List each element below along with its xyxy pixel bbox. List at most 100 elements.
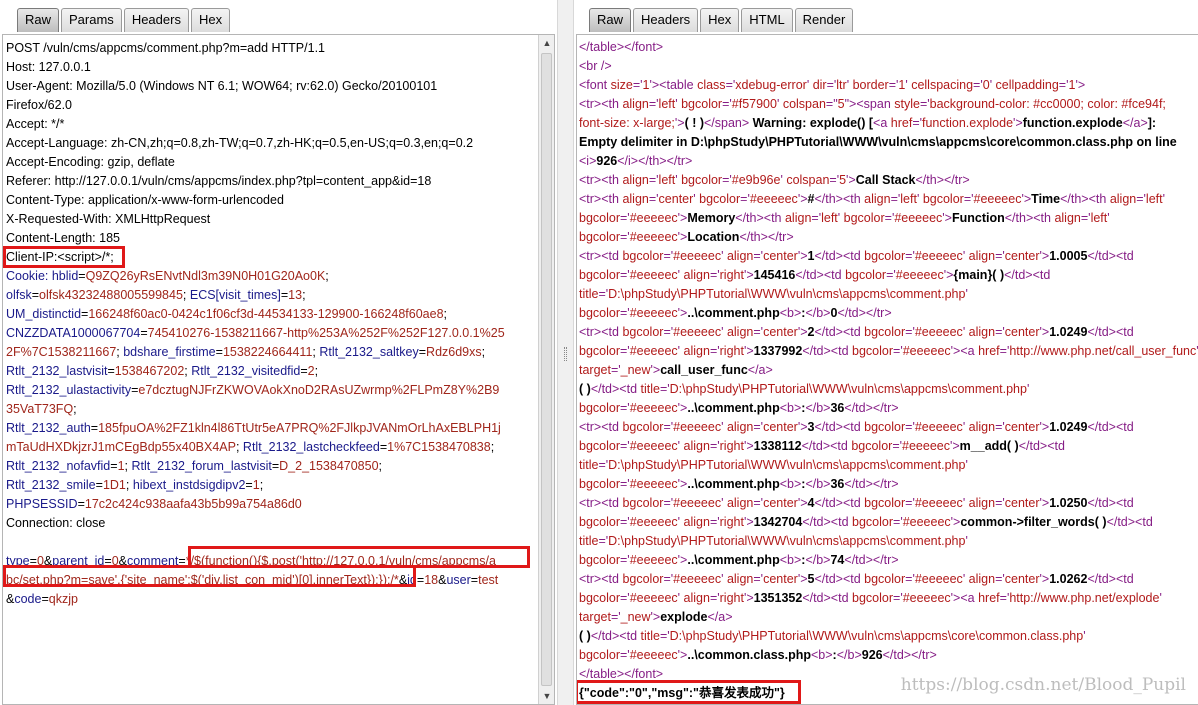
request-token: e7dcztugNJFrZKWOVAokXnoD2RAsUZwrmp%2FLPm… xyxy=(138,383,500,397)
response-token: bgcolor xyxy=(579,306,620,320)
response-token: #eeeeec xyxy=(902,591,951,605)
response-token: #f57900 xyxy=(731,97,777,111)
response-token: </th><th xyxy=(1004,211,1055,225)
scroll-down-icon[interactable]: ▼ xyxy=(539,688,554,704)
response-token: </td><td xyxy=(590,382,641,396)
response-token: </td></tr> xyxy=(844,553,899,567)
response-token: <br /> xyxy=(579,59,612,73)
response-token: <tr><td xyxy=(579,496,623,510)
request-scrollbar[interactable]: ▲ ▼ xyxy=(538,35,554,704)
response-text: </table></font> <br /> <font size =' 1'><tab… xyxy=(579,38,1198,703)
response-tab-render[interactable]: Render xyxy=(794,8,854,32)
request-token: Rtlt_2132_ulastactivity xyxy=(6,383,132,397)
response-token: </td></tr> xyxy=(882,648,937,662)
response-token: <i> xyxy=(579,154,597,168)
response-token: </td><td xyxy=(802,344,853,358)
response-token: #eeeeec xyxy=(629,439,678,453)
response-token: bgcolor xyxy=(852,515,894,529)
response-token: <tr><th xyxy=(579,192,623,206)
response-token: function.explode xyxy=(1022,116,1123,130)
scroll-up-icon[interactable]: ▲ xyxy=(539,35,554,51)
response-token: #eeeeec xyxy=(914,572,963,586)
pane-splitter[interactable] xyxy=(557,0,574,705)
response-line: <font size='1'><table class='xdebug-erro… xyxy=(579,76,1198,95)
response-token: =' xyxy=(620,439,630,453)
response-token: align xyxy=(683,591,710,605)
response-token: =' xyxy=(722,173,732,187)
response-line: bgcolor='#eeeeec'>Memory</th><th align='… xyxy=(579,209,1198,228)
response-token: <b> xyxy=(779,477,802,491)
response-tab-raw[interactable]: Raw xyxy=(589,8,632,32)
response-token: center xyxy=(763,325,798,339)
response-editor[interactable]: </table></font> <br /> <font size =' 1'><tab… xyxy=(576,34,1198,705)
response-token: Warning: explode() [ xyxy=(749,116,874,130)
request-token: 1D1 xyxy=(102,478,126,492)
response-token: explode xyxy=(660,610,708,624)
response-token: '> xyxy=(943,268,954,282)
response-token: '> xyxy=(1039,325,1050,339)
response-tab-hex[interactable]: Hex xyxy=(700,8,740,32)
response-line: <br /> xyxy=(579,57,1198,76)
response-token: </a> xyxy=(747,363,773,377)
request-token: bc/set.php?m=save',{'site_name':$('div.l… xyxy=(6,573,399,587)
response-token: #eeeeec xyxy=(629,344,678,358)
response-tab-html[interactable]: HTML xyxy=(741,8,793,32)
response-line: Empty delimiter in D:\phpStudy\PHPTutori… xyxy=(579,133,1198,152)
response-line: bgcolor='#eeeeec' align='right'>1342704<… xyxy=(579,513,1198,532)
request-line: Accept: */* xyxy=(6,117,65,131)
response-token: size xyxy=(610,78,633,92)
request-tab-raw[interactable]: Raw xyxy=(17,8,60,32)
response-token: right xyxy=(719,591,744,605)
response-token: 74 xyxy=(830,553,845,567)
response-token: _new xyxy=(620,363,651,377)
request-tab-hex[interactable]: Hex xyxy=(190,8,231,32)
response-token: title xyxy=(579,534,599,548)
response-token: D:\phpStudy\PHPTutorial\WWW\vuln\cms\app… xyxy=(608,458,966,472)
response-token: =' xyxy=(740,192,750,206)
request-token: Rtlt_2132_nofavfid xyxy=(6,459,111,473)
request-line: POST /vuln/cms/appcms/comment.php?m=add … xyxy=(6,41,325,55)
response-token: #eeeeec xyxy=(914,496,963,510)
response-line: ( )</td><td title='D:\phpStudy\PHPTutori… xyxy=(579,380,1198,399)
response-token: target xyxy=(579,363,611,377)
response-token: xdebug-error xyxy=(735,78,807,92)
response-token: </td><td xyxy=(814,496,865,510)
response-token: =' xyxy=(1136,192,1146,206)
request-token: qkzjp xyxy=(48,592,78,606)
request-tab-headers[interactable]: Headers xyxy=(123,8,189,32)
response-token: align xyxy=(968,496,996,510)
request-token: user xyxy=(446,573,471,587)
response-token: ( ) xyxy=(579,382,591,396)
response-token: D:\phpStudy\PHPTutorial\WWW\vuln\cms\app… xyxy=(608,534,966,548)
response-token: bgcolor xyxy=(681,97,723,111)
response-token: </span> xyxy=(704,116,750,130)
request-token: olfsk xyxy=(6,288,32,302)
request-tab-params[interactable]: Params xyxy=(61,8,122,32)
request-token: bdshare_firstime xyxy=(123,345,216,359)
response-token: '> xyxy=(674,116,685,130)
response-token: '> xyxy=(949,439,960,453)
request-line: Cookie: hblid=Q9ZQ26yRsENvtNdl3m39N0H01G… xyxy=(6,267,536,286)
response-token: '> xyxy=(797,496,808,510)
request-editor[interactable]: POST /vuln/cms/appcms/comment.php?m=add … xyxy=(2,34,555,705)
response-token: =' xyxy=(753,249,764,263)
response-token: '> xyxy=(743,515,754,529)
response-token: align xyxy=(683,268,710,282)
response-token: 1 xyxy=(642,78,650,92)
request-line: X-Requested-With: XMLHttpRequest xyxy=(6,212,211,226)
request-line: User-Agent: Mozilla/5.0 (Windows NT 6.1;… xyxy=(6,79,438,93)
response-token: </td><td xyxy=(1087,572,1134,586)
response-token: Call Stack xyxy=(855,173,916,187)
response-tab-headers[interactable]: Headers xyxy=(633,8,699,32)
response-token: align xyxy=(683,439,710,453)
grip-icon[interactable] xyxy=(564,347,567,361)
response-token: </td><td xyxy=(1106,515,1153,529)
request-token: 1 xyxy=(117,459,125,473)
response-token: </b> xyxy=(805,553,831,567)
response-token: ltr xyxy=(836,78,847,92)
request-text: POST /vuln/cms/appcms/comment.php?m=add … xyxy=(6,39,536,609)
response-token: 36 xyxy=(830,477,845,491)
response-token: =' xyxy=(663,420,674,434)
scroll-thumb[interactable] xyxy=(541,53,552,686)
response-token: bgcolor xyxy=(852,591,894,605)
